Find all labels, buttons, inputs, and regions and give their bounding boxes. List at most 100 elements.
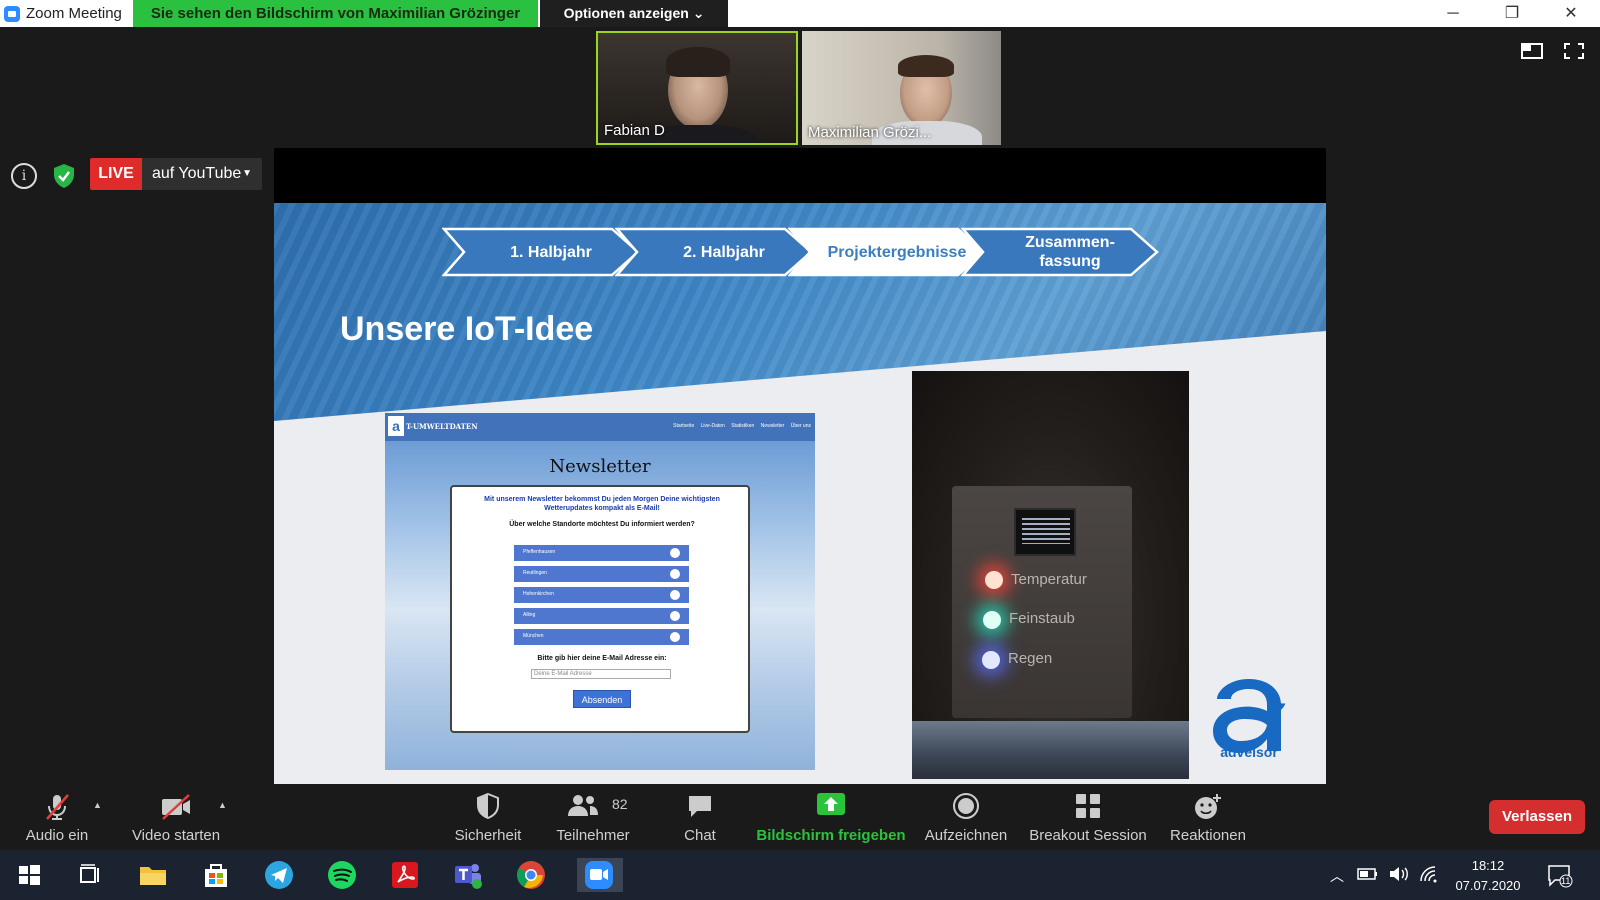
- step-chevron-3-active: Projektergebnisse: [788, 227, 986, 277]
- website-logo-icon: a: [388, 416, 404, 436]
- step-chevron-2: 2. Halbjahr: [615, 227, 813, 277]
- task-view-icon[interactable]: [73, 858, 107, 892]
- microsoft-store-icon[interactable]: [199, 858, 233, 892]
- particulate-led: [983, 611, 1001, 629]
- battery-icon[interactable]: [1357, 867, 1379, 881]
- email-label: Bitte gib hier deine E-Mail Adresse ein:: [537, 655, 667, 662]
- microphone-muted-icon: [46, 794, 69, 820]
- iot-device-photo: Temperatur Feinstaub Regen: [912, 371, 1189, 779]
- share-screen-label: Bildschirm freigeben: [756, 827, 906, 844]
- close-button[interactable]: ✕: [1551, 2, 1591, 26]
- zoom-taskbar-icon[interactable]: [577, 858, 623, 892]
- step-label: 2. Halbjahr: [683, 243, 765, 261]
- participant-video-fabian[interactable]: Fabian D: [596, 31, 798, 145]
- device-reflection: [912, 721, 1189, 779]
- audio-options-caret-icon[interactable]: ▲: [93, 800, 102, 810]
- breakout-session-button[interactable]: Breakout Session: [1026, 784, 1150, 850]
- participants-icon: [567, 795, 598, 816]
- location-option-label: München: [523, 633, 544, 639]
- rain-led: [982, 651, 1000, 669]
- radio-icon: [670, 590, 680, 600]
- radio-icon: [670, 569, 680, 579]
- video-options-caret-icon[interactable]: ▲: [218, 800, 227, 810]
- record-label: Aufzeichnen: [924, 827, 1008, 844]
- wifi-icon[interactable]: [1419, 865, 1441, 883]
- view-options-button[interactable]: Optionen anzeigen ⌄: [540, 0, 728, 27]
- record-button[interactable]: Aufzeichnen: [920, 784, 1012, 850]
- volume-icon[interactable]: [1388, 865, 1410, 883]
- newsletter-screenshot: a T-UMWELTDATEN Startseite Live-Daten St…: [385, 413, 815, 770]
- step-label: Zusammen- fassung: [1025, 234, 1115, 270]
- share-screen-button[interactable]: Bildschirm freigeben: [756, 784, 906, 850]
- newsletter-heading: Newsletter: [549, 456, 651, 477]
- website-header: a T-UMWELTDATEN Startseite Live-Daten St…: [385, 413, 815, 441]
- security-shield-icon: [477, 792, 499, 820]
- radio-icon: [670, 632, 680, 642]
- chat-bubble-icon: [689, 796, 711, 817]
- shared-screen-header: [274, 148, 1326, 203]
- video-label: Video starten: [131, 827, 221, 844]
- fullscreen-icon[interactable]: [1563, 42, 1585, 60]
- participants-button[interactable]: 82 Teilnehmer: [550, 784, 636, 850]
- taskbar-clock[interactable]: 18:12 07.07.2020: [1443, 856, 1533, 896]
- reaction-emoji-icon: [1195, 794, 1221, 819]
- zoom-app-icon: [4, 6, 20, 22]
- video-button[interactable]: Video starten: [126, 784, 226, 850]
- device-oled-display: [1014, 508, 1076, 556]
- device-label: Temperatur: [1011, 571, 1087, 588]
- participant-video-maximilian[interactable]: Maximilian Grözi...: [802, 31, 1001, 145]
- submit-button: Absenden: [573, 690, 631, 708]
- participant-count: 82: [612, 796, 628, 812]
- breakout-grid-icon: [1076, 794, 1100, 818]
- participant-hair: [898, 55, 954, 77]
- chrome-icon[interactable]: [514, 858, 548, 892]
- encryption-shield-icon[interactable]: [50, 162, 78, 190]
- chat-button[interactable]: Chat: [670, 784, 730, 850]
- location-option-label: Reutlingen: [523, 570, 547, 576]
- device-label: Feinstaub: [1009, 610, 1075, 627]
- audio-label: Audio ein: [25, 827, 89, 844]
- email-field: Deine E-Mail Adresse: [531, 669, 671, 679]
- temperature-led: [985, 571, 1003, 589]
- reactions-button[interactable]: Reaktionen: [1164, 784, 1252, 850]
- notification-count: 11: [1561, 876, 1571, 886]
- speaker-view-icon[interactable]: [1521, 42, 1543, 60]
- step-chevron-1: 1. Halbjahr: [442, 227, 640, 277]
- clock-time: 18:12: [1471, 858, 1505, 873]
- participant-name: Fabian D: [604, 122, 665, 139]
- minimize-button[interactable]: ─: [1433, 2, 1473, 26]
- website-nav-item: Startseite: [673, 423, 695, 429]
- meeting-toolbar: Audio ein ▲ Video starten ▲ Sicherheit 8…: [0, 784, 1600, 850]
- website-nav-item: Statistiken: [731, 423, 755, 429]
- microsoft-teams-icon[interactable]: [451, 858, 485, 892]
- clock-date: 07.07.2020: [1455, 878, 1521, 893]
- participant-hair: [666, 47, 730, 77]
- step-chevron-4: Zusammen- fassung: [961, 227, 1159, 277]
- show-hidden-icons-icon[interactable]: ︿: [1330, 866, 1344, 886]
- step-label: Projektergebnisse: [827, 243, 967, 261]
- location-option-label: Pfeffenhausen: [523, 549, 556, 555]
- meeting-info-icon[interactable]: i: [11, 163, 37, 189]
- spotify-icon[interactable]: [325, 858, 359, 892]
- window-title: Zoom Meeting: [26, 5, 122, 22]
- livestream-dropdown[interactable]: auf YouTube ▼: [142, 158, 262, 190]
- audio-button[interactable]: Audio ein: [16, 784, 98, 850]
- livestream-platform: auf YouTube: [152, 165, 242, 182]
- radio-icon: [670, 548, 680, 558]
- video-off-icon: [162, 794, 190, 820]
- website-brand: T-UMWELTDATEN: [406, 422, 478, 431]
- acrobat-reader-icon[interactable]: [388, 858, 422, 892]
- participants-label: Teilnehmer: [556, 827, 630, 844]
- windows-start-icon[interactable]: [12, 858, 46, 892]
- record-icon: [953, 793, 979, 819]
- restore-button[interactable]: ❐: [1492, 2, 1532, 26]
- newsletter-question: Über welche Standorte möchtest Du inform…: [509, 521, 695, 528]
- location-option-label: Alling: [523, 612, 536, 618]
- reactions-label: Reaktionen: [1170, 827, 1246, 844]
- shared-slide[interactable]: 1. Halbjahr 2. Halbjahr Projektergebniss…: [274, 203, 1326, 784]
- file-explorer-icon[interactable]: [136, 858, 170, 892]
- screen-share-banner: Sie sehen den Bildschirm von Maximilian …: [133, 0, 538, 27]
- telegram-icon[interactable]: [262, 858, 296, 892]
- leave-meeting-button[interactable]: Verlassen: [1489, 800, 1585, 834]
- security-button[interactable]: Sicherheit: [450, 784, 526, 850]
